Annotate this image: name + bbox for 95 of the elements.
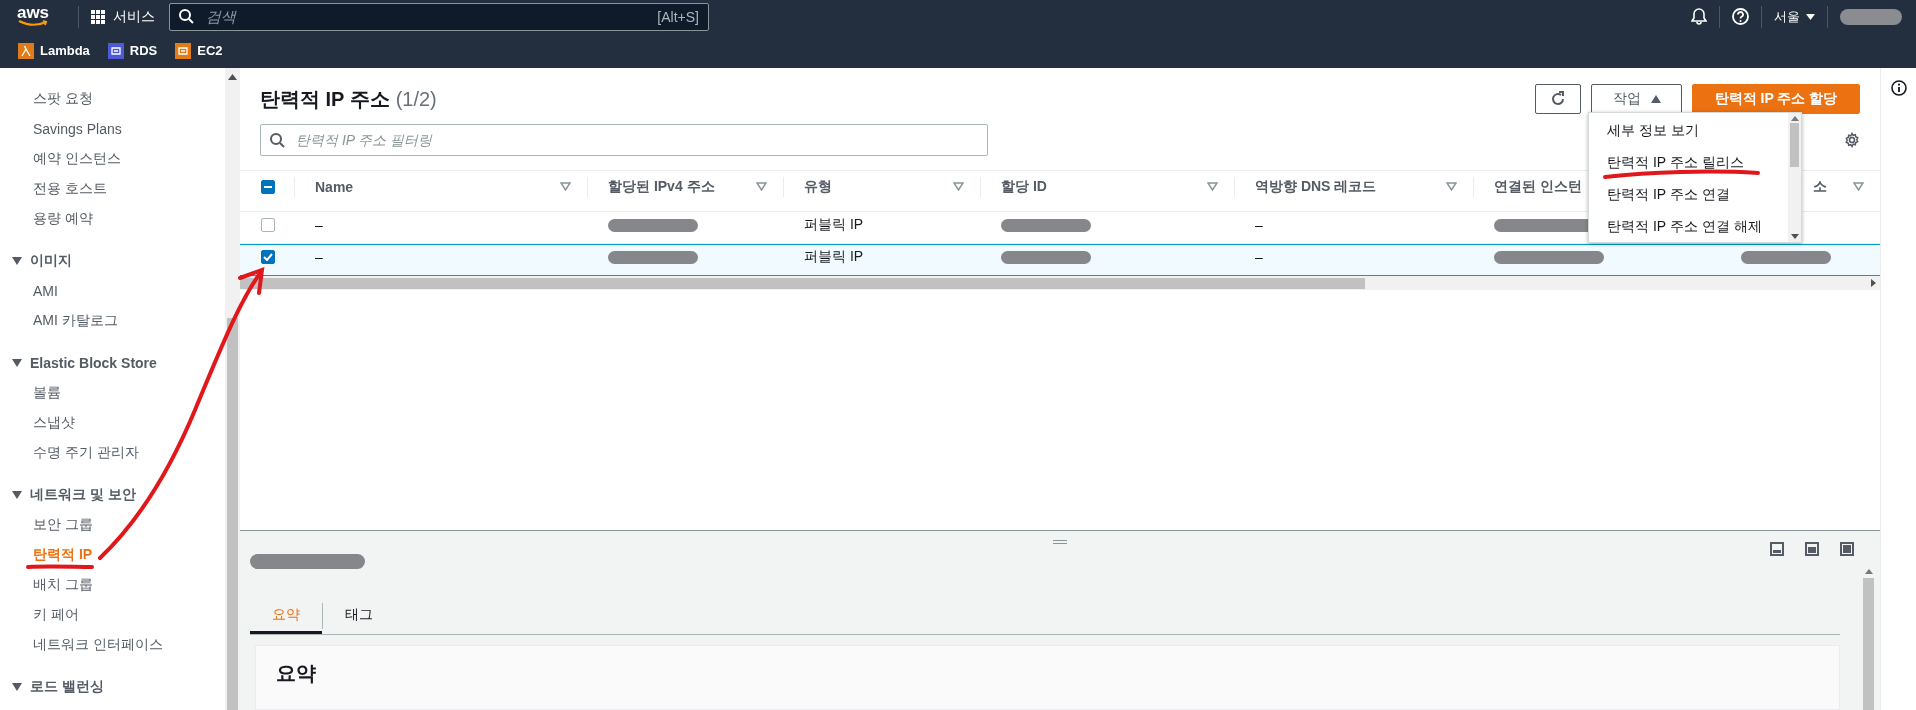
sort-icon[interactable] <box>560 182 571 192</box>
region-selector[interactable]: 서울 <box>1774 7 1800 26</box>
sidebar-item[interactable]: 키 페어 <box>0 600 225 630</box>
scroll-right-icon[interactable] <box>1871 279 1876 287</box>
search-icon <box>270 133 285 148</box>
minus-icon <box>264 185 272 188</box>
page-title: 탄력적 IP 주소 <box>260 86 390 112</box>
section-heading: 요약 <box>276 661 317 686</box>
table-cell: – <box>1255 217 1263 233</box>
scroll-up-icon[interactable] <box>1864 569 1873 574</box>
panel-layout-icon[interactable] <box>1840 542 1854 556</box>
table-cell: 퍼블릭 IP <box>804 248 864 266</box>
scroll-up-icon[interactable] <box>228 74 237 80</box>
shortcut-hint: [Alt+S] <box>657 8 699 25</box>
sidebar-item[interactable]: 예약 인스턴스 <box>0 144 225 174</box>
sidebar-section[interactable]: Elastic Block Store <box>30 355 157 371</box>
menu-item[interactable]: 탄력적 IP 주소 릴리스 <box>1589 147 1788 179</box>
sort-icon[interactable] <box>1207 182 1218 192</box>
column-header[interactable]: 유형 <box>804 177 832 196</box>
row-checkbox[interactable] <box>261 218 275 232</box>
table-cell: – <box>315 217 323 233</box>
services-link[interactable]: 서비스 <box>113 7 155 26</box>
menu-item[interactable]: 탄력적 IP 주소 연결 <box>1589 179 1788 211</box>
refresh-button[interactable] <box>1535 84 1581 114</box>
annotation-underline <box>26 564 94 569</box>
sidebar-item[interactable]: 수명 주기 관리자 <box>0 438 225 468</box>
sidebar-item[interactable]: Savings Plans <box>0 114 225 144</box>
info-icon[interactable] <box>1890 80 1907 96</box>
tab[interactable]: 태그 <box>323 598 395 634</box>
scrollbar[interactable] <box>1862 569 1875 710</box>
caret-icon[interactable] <box>1806 13 1815 20</box>
select-all-checkbox[interactable] <box>261 179 275 194</box>
search-icon <box>179 8 194 24</box>
sort-icon[interactable] <box>953 182 964 192</box>
column-header[interactable]: 연결된 인스턴 <box>1494 177 1582 196</box>
favorite-link[interactable]: RDS <box>129 43 158 58</box>
sort-icon[interactable] <box>1853 182 1864 192</box>
sort-icon[interactable] <box>1446 182 1457 192</box>
table-cell: – <box>1255 249 1263 265</box>
grid-icon[interactable] <box>91 9 105 24</box>
favorite-link[interactable]: Lambda <box>40 43 90 58</box>
caret-icon[interactable] <box>12 257 22 265</box>
selection-count: (1/2) <box>395 87 437 111</box>
sidebar-item[interactable]: AMI <box>0 276 225 306</box>
sidebar-item[interactable]: AMI 카탈로그 <box>0 306 225 336</box>
table-row[interactable]: – 퍼블릭 IP – <box>240 244 1880 276</box>
bell-icon[interactable] <box>1691 8 1707 25</box>
menu-item[interactable]: 세부 정보 보기 <box>1589 115 1788 147</box>
checkmark-icon <box>263 253 273 261</box>
sidebar-item[interactable]: 보안 그룹 <box>0 510 225 540</box>
sidebar-item[interactable]: 용량 예약 <box>0 204 225 234</box>
service-icon[interactable] <box>107 42 124 59</box>
sidebar-item[interactable]: 네트워크 인터페이스 <box>0 630 225 660</box>
service-icon[interactable] <box>18 42 34 59</box>
column-header[interactable]: 할당된 IPv4 주소 <box>608 177 715 196</box>
drag-handle-icon[interactable] <box>1053 540 1067 544</box>
refresh-icon <box>1550 91 1566 107</box>
table-cell: 퍼블릭 IP <box>804 216 864 234</box>
sidebar-section[interactable]: 이미지 <box>30 252 72 270</box>
menu-item[interactable]: 탄력적 IP 주소 연결 해제 <box>1589 211 1788 243</box>
scrollbar[interactable] <box>1788 113 1801 242</box>
sidebar-item[interactable]: 볼륨 <box>0 378 225 408</box>
column-header[interactable]: 할당 ID <box>1001 177 1047 196</box>
smile-arrow-icon <box>18 20 48 27</box>
scroll-down-icon[interactable] <box>1790 234 1799 239</box>
scroll-up-icon[interactable] <box>1790 116 1799 121</box>
scrollbar[interactable] <box>225 68 240 710</box>
sidebar-section[interactable]: 로드 밸런싱 <box>30 678 104 696</box>
panel-layout-icon[interactable] <box>1770 542 1784 556</box>
help-icon[interactable] <box>1732 8 1749 25</box>
scrollbar[interactable] <box>240 276 1880 290</box>
sidebar-section[interactable]: 네트워크 및 보안 <box>30 486 136 504</box>
column-header[interactable]: 역방향 DNS 레코드 <box>1255 177 1377 196</box>
redaction-mark <box>1840 8 1902 25</box>
sidebar-item[interactable]: 스팟 요청 <box>0 84 225 114</box>
settings-icon[interactable] <box>1844 132 1860 148</box>
service-icon[interactable] <box>175 42 192 59</box>
actions-button[interactable]: 작업 <box>1591 84 1682 114</box>
sidebar-item[interactable]: 스냅샷 <box>0 408 225 438</box>
sidebar-item[interactable]: 전용 호스트 <box>0 174 225 204</box>
sidebar-item[interactable]: 배치 그룹 <box>0 570 225 600</box>
table-cell: – <box>315 249 323 265</box>
caret-icon[interactable] <box>12 491 22 499</box>
panel-layout-icon[interactable] <box>1805 542 1819 556</box>
favorite-link[interactable]: EC2 <box>197 43 223 58</box>
column-header[interactable]: 소 <box>1813 177 1827 196</box>
logo-text[interactable]: aws <box>16 6 50 20</box>
filter-field[interactable]: 탄력적 IP 주소 필터링 <box>260 124 988 156</box>
row-checkbox[interactable] <box>261 250 275 264</box>
scrollbar-thumb[interactable] <box>1790 123 1799 167</box>
caret-icon <box>1650 95 1661 103</box>
column-header[interactable]: Name <box>315 178 354 195</box>
caret-icon[interactable] <box>12 683 22 691</box>
caret-icon[interactable] <box>12 359 22 367</box>
sort-icon[interactable] <box>756 182 767 192</box>
